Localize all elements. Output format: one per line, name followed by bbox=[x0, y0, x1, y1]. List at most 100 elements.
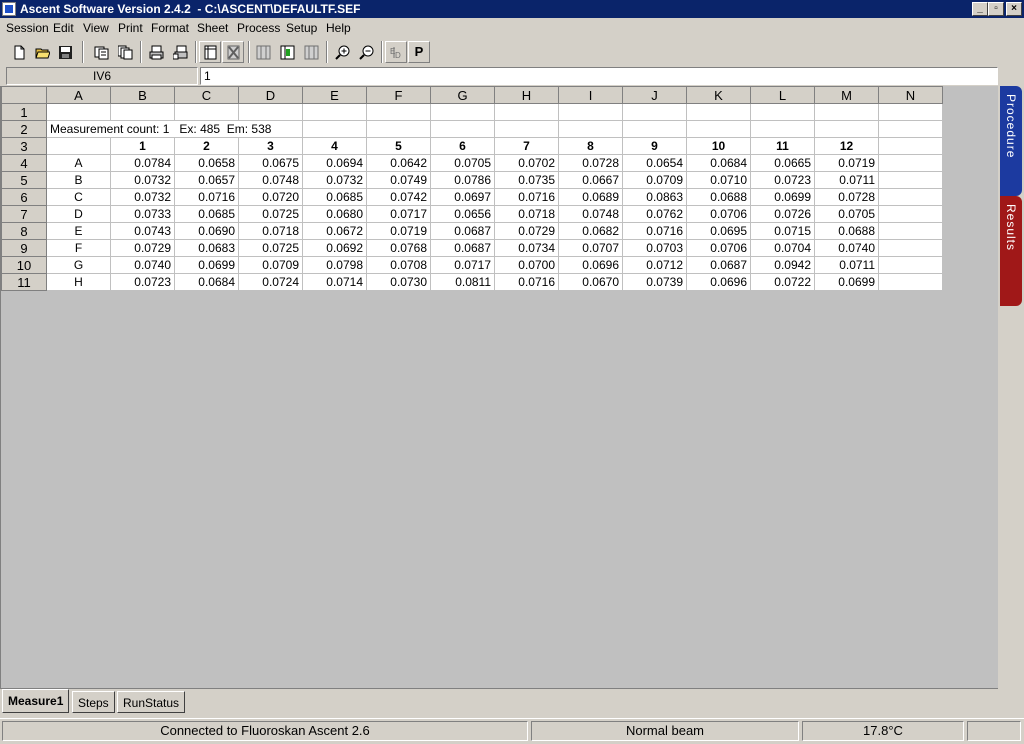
cell[interactable] bbox=[878, 188, 943, 206]
well-value-cell[interactable]: 0.0784 bbox=[110, 154, 175, 172]
cell[interactable] bbox=[814, 103, 879, 121]
well-value-cell[interactable]: 0.0699 bbox=[750, 188, 815, 206]
plate-column-label[interactable]: 4 bbox=[302, 137, 367, 155]
well-value-cell[interactable]: 0.0704 bbox=[750, 239, 815, 257]
plate-row-label[interactable]: A bbox=[46, 154, 111, 172]
procedure-icon[interactable]: P bbox=[408, 41, 430, 63]
plate-column-label[interactable]: 3 bbox=[238, 137, 303, 155]
well-value-cell[interactable]: 0.0710 bbox=[686, 171, 751, 189]
well-value-cell[interactable]: 0.0705 bbox=[430, 154, 495, 172]
new-file-icon[interactable] bbox=[8, 41, 30, 63]
row-header[interactable]: 4 bbox=[1, 154, 47, 172]
select-all-corner[interactable] bbox=[1, 86, 47, 104]
save-icon[interactable] bbox=[54, 41, 76, 63]
cell[interactable] bbox=[878, 171, 943, 189]
plate-column-label[interactable]: 5 bbox=[366, 137, 431, 155]
well-value-cell[interactable]: 0.0700 bbox=[494, 256, 559, 274]
well-value-cell[interactable]: 0.0699 bbox=[814, 273, 879, 291]
cell[interactable] bbox=[430, 120, 495, 138]
tab-runstatus[interactable]: RunStatus bbox=[117, 691, 186, 713]
plate-column-label[interactable]: 10 bbox=[686, 137, 751, 155]
well-value-cell[interactable]: 0.0688 bbox=[686, 188, 751, 206]
delete-sheet-icon[interactable] bbox=[222, 41, 244, 63]
plate-row-label[interactable]: C bbox=[46, 188, 111, 206]
formula-input[interactable]: 1 bbox=[200, 67, 998, 85]
well-value-cell[interactable]: 0.0695 bbox=[686, 222, 751, 240]
row-header[interactable]: 6 bbox=[1, 188, 47, 206]
well-value-cell[interactable]: 0.0716 bbox=[494, 188, 559, 206]
well-value-cell[interactable]: 0.0712 bbox=[622, 256, 687, 274]
cell[interactable] bbox=[878, 103, 943, 121]
open-folder-icon[interactable] bbox=[31, 41, 53, 63]
well-value-cell[interactable]: 0.0656 bbox=[430, 205, 495, 223]
well-value-cell[interactable]: 0.0690 bbox=[174, 222, 239, 240]
cell[interactable] bbox=[558, 103, 623, 121]
well-value-cell[interactable]: 0.0654 bbox=[622, 154, 687, 172]
cell-reference-box[interactable]: IV6 bbox=[6, 67, 198, 85]
well-value-cell[interactable]: 0.0733 bbox=[110, 205, 175, 223]
well-value-cell[interactable]: 0.0942 bbox=[750, 256, 815, 274]
well-value-cell[interactable]: 0.0739 bbox=[622, 273, 687, 291]
column-header[interactable]: G bbox=[430, 86, 495, 104]
well-value-cell[interactable]: 0.0699 bbox=[174, 256, 239, 274]
well-value-cell[interactable]: 0.0702 bbox=[494, 154, 559, 172]
well-value-cell[interactable]: 0.0719 bbox=[366, 222, 431, 240]
well-value-cell[interactable]: 0.0743 bbox=[110, 222, 175, 240]
column-header[interactable]: B bbox=[110, 86, 175, 104]
well-value-cell[interactable]: 0.0688 bbox=[814, 222, 879, 240]
edit-formula-icon[interactable]: ED bbox=[385, 41, 407, 63]
plate-column-label[interactable]: 1 bbox=[110, 137, 175, 155]
well-value-cell[interactable]: 0.0685 bbox=[174, 205, 239, 223]
well-value-cell[interactable]: 0.0732 bbox=[302, 171, 367, 189]
cell[interactable] bbox=[110, 103, 175, 121]
plate-row-label[interactable]: D bbox=[46, 205, 111, 223]
cell[interactable] bbox=[686, 103, 751, 121]
well-value-cell[interactable]: 0.0716 bbox=[622, 222, 687, 240]
well-value-cell[interactable]: 0.0811 bbox=[430, 273, 495, 291]
well-value-cell[interactable]: 0.0703 bbox=[622, 239, 687, 257]
well-value-cell[interactable]: 0.0716 bbox=[494, 273, 559, 291]
well-value-cell[interactable]: 0.0658 bbox=[174, 154, 239, 172]
well-value-cell[interactable]: 0.0717 bbox=[366, 205, 431, 223]
cell[interactable] bbox=[238, 103, 303, 121]
column-header[interactable]: J bbox=[622, 86, 687, 104]
menu-sheet[interactable]: Sheet bbox=[197, 21, 228, 35]
well-value-cell[interactable]: 0.0685 bbox=[302, 188, 367, 206]
menu-session[interactable]: Session bbox=[6, 21, 49, 35]
plate-column-label[interactable]: 8 bbox=[558, 137, 623, 155]
cell[interactable] bbox=[302, 103, 367, 121]
well-value-cell[interactable]: 0.0724 bbox=[238, 273, 303, 291]
cell[interactable] bbox=[46, 103, 111, 121]
cell[interactable] bbox=[302, 120, 367, 138]
tab-measure1[interactable]: Measure1 bbox=[2, 689, 70, 713]
well-value-cell[interactable]: 0.0708 bbox=[366, 256, 431, 274]
menu-help[interactable]: Help bbox=[326, 21, 351, 35]
menu-process[interactable]: Process bbox=[237, 21, 280, 35]
well-value-cell[interactable]: 0.0675 bbox=[238, 154, 303, 172]
zoom-out-icon[interactable] bbox=[355, 41, 377, 63]
cell[interactable] bbox=[878, 137, 943, 155]
plate-row-label[interactable]: F bbox=[46, 239, 111, 257]
cell[interactable] bbox=[622, 103, 687, 121]
well-value-cell[interactable]: 0.0687 bbox=[686, 256, 751, 274]
column-header[interactable]: K bbox=[686, 86, 751, 104]
well-value-cell[interactable]: 0.0684 bbox=[686, 154, 751, 172]
well-value-cell[interactable]: 0.0729 bbox=[110, 239, 175, 257]
cell[interactable] bbox=[430, 103, 495, 121]
well-value-cell[interactable]: 0.0718 bbox=[494, 205, 559, 223]
well-value-cell[interactable]: 0.0657 bbox=[174, 171, 239, 189]
cell[interactable] bbox=[494, 120, 559, 138]
column-header[interactable]: N bbox=[878, 86, 943, 104]
well-value-cell[interactable]: 0.0735 bbox=[494, 171, 559, 189]
column-header[interactable]: L bbox=[750, 86, 815, 104]
row-header[interactable]: 1 bbox=[1, 103, 47, 121]
cell[interactable] bbox=[878, 222, 943, 240]
well-value-cell[interactable]: 0.0714 bbox=[302, 273, 367, 291]
well-value-cell[interactable]: 0.0768 bbox=[366, 239, 431, 257]
cell[interactable] bbox=[686, 120, 751, 138]
menu-edit[interactable]: Edit bbox=[53, 21, 74, 35]
well-value-cell[interactable]: 0.0732 bbox=[110, 171, 175, 189]
plate-column-label[interactable]: 9 bbox=[622, 137, 687, 155]
well-value-cell[interactable]: 0.0687 bbox=[430, 222, 495, 240]
plate-column-label[interactable]: 11 bbox=[750, 137, 815, 155]
